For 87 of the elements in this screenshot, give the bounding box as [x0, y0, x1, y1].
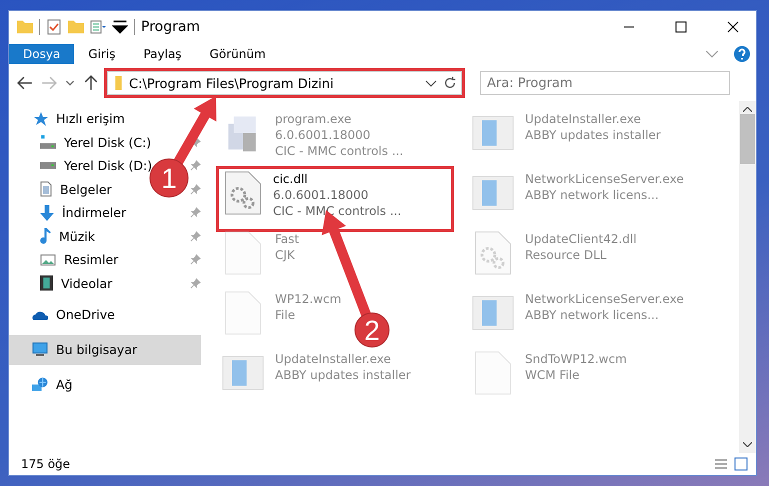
- chevron-icon[interactable]: [425, 80, 437, 86]
- nav-label: OneDrive: [56, 307, 115, 322]
- nav-label: Bu bilgisayar: [56, 342, 138, 357]
- monitor-icon: [32, 342, 48, 357]
- refresh-icon[interactable]: [443, 76, 457, 90]
- nav-item[interactable]: Ağ: [32, 376, 72, 392]
- file-detail: File: [275, 307, 296, 323]
- up-icon[interactable]: [83, 75, 99, 91]
- music-note-icon: [40, 228, 51, 244]
- checklist-icon[interactable]: [46, 19, 62, 35]
- file-detail: ABBY network licens...: [525, 307, 660, 323]
- address-bar[interactable]: C:\Program Files\Program Dizini: [107, 71, 462, 95]
- ribbon-tab[interactable]: Paylaş: [129, 44, 196, 64]
- search-field[interactable]: Ara: Program: [480, 71, 730, 95]
- drive-icon: [40, 135, 56, 150]
- chevron-icon[interactable]: [65, 80, 75, 86]
- dropdown-icon[interactable]: [112, 19, 128, 35]
- nav-label: Yerel Disk (C:): [64, 134, 152, 150]
- scroll-down-icon[interactable]: [743, 442, 752, 447]
- file-detail: ABBY updates installer: [525, 127, 661, 143]
- nav-item[interactable]: Bu bilgisayar: [32, 342, 138, 357]
- file-name: WP12.wcm: [275, 291, 342, 307]
- pin-icon[interactable]: [190, 207, 201, 218]
- cloud-icon: [32, 310, 48, 320]
- file-detail: 6.0.6001.18000: [273, 187, 370, 203]
- minimize-icon: [623, 26, 635, 28]
- picture-icon: [40, 254, 56, 266]
- file-name: cic.dll: [273, 171, 309, 187]
- nav-label: Resimler: [64, 252, 118, 268]
- pin-icon[interactable]: [190, 278, 201, 289]
- file-detail: CIC - MMC controls ...: [275, 143, 404, 159]
- ribbon-tab[interactable]: Dosya: [9, 44, 74, 64]
- file-detail: ABBY updates installer: [275, 367, 411, 383]
- file-name: SndToWP12.wcm: [525, 351, 627, 367]
- nav-label: İndirmeler: [62, 205, 126, 220]
- nav-label: Müzik: [59, 228, 95, 244]
- drive-icon: [40, 162, 56, 170]
- back-icon[interactable]: [17, 75, 33, 91]
- file-name: UpdateInstaller.exe: [525, 111, 642, 127]
- ribbon-tab[interactable]: Giriş: [74, 44, 130, 64]
- file-detail: 6.0.6001.18000: [275, 127, 372, 143]
- film-icon: [40, 275, 53, 292]
- scroll-thumb[interactable]: [740, 114, 755, 164]
- close-icon: [727, 21, 739, 33]
- pin-icon[interactable]: [190, 254, 201, 266]
- window-title: Program: [141, 19, 202, 35]
- file-name: NetworkLicenseServer.exe: [525, 291, 684, 307]
- ribbon-tab[interactable]: Görünüm: [196, 44, 280, 64]
- nav-label: Ağ: [56, 376, 72, 392]
- download-icon: [40, 204, 54, 221]
- star-icon: [32, 110, 48, 127]
- scroll-up-icon[interactable]: [743, 107, 752, 112]
- details-view-icon[interactable]: [714, 459, 728, 469]
- file-name: program.exe: [275, 111, 352, 127]
- nav-item[interactable]: Yerel Disk (C:): [40, 134, 152, 150]
- nav-item[interactable]: Müzik: [40, 228, 95, 244]
- file-name: Fast: [275, 231, 300, 247]
- folder-icon: [114, 76, 123, 90]
- tiles-view-icon[interactable]: [734, 457, 748, 471]
- nav-label: Belgeler: [60, 182, 112, 197]
- nav-label: Hızlı erişim: [56, 111, 125, 126]
- file-detail: Resource DLL: [525, 247, 608, 263]
- pin-icon[interactable]: [190, 184, 201, 195]
- item-count: 175 öğe: [21, 457, 70, 471]
- nav-item[interactable]: Resimler: [40, 252, 118, 268]
- nav-label: Videolar: [61, 276, 112, 291]
- nav-item[interactable]: Belgeler: [40, 181, 112, 198]
- file-name: UpdateInstaller.exe: [275, 351, 392, 367]
- nav-item[interactable]: Hızlı erişim: [32, 110, 125, 127]
- nav-item[interactable]: OneDrive: [32, 307, 115, 322]
- pin-icon[interactable]: [190, 160, 201, 172]
- nav-label: Yerel Disk (D:): [64, 158, 152, 174]
- document-icon: [40, 181, 52, 198]
- nav-item[interactable]: Yerel Disk (D:): [40, 158, 152, 174]
- help-icon[interactable]: [734, 46, 750, 62]
- nav-item[interactable]: İndirmeler: [40, 204, 126, 221]
- file-name: UpdateClient42.dll: [525, 231, 637, 247]
- properties-icon[interactable]: [90, 19, 106, 35]
- file-name: NetworkLicenseServer.exe: [525, 171, 684, 187]
- file-detail: ABBY network licens...: [525, 187, 660, 203]
- pin-icon[interactable]: [190, 230, 201, 242]
- network-icon: [32, 377, 48, 392]
- maximize-icon: [675, 21, 687, 33]
- file-detail: CJK: [275, 247, 296, 263]
- file-detail: WCM File: [525, 367, 580, 383]
- scrollbar[interactable]: [739, 101, 756, 453]
- nav-item[interactable]: Videolar: [40, 275, 112, 292]
